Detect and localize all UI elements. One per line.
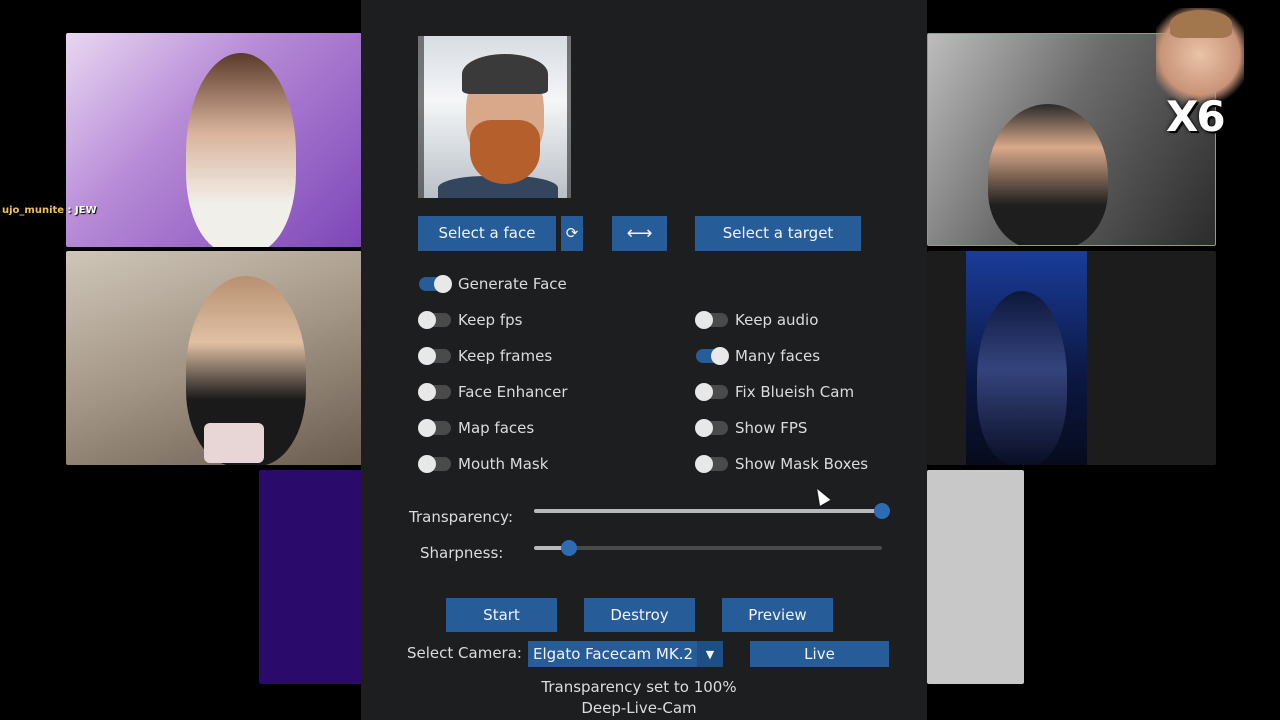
preview-button[interactable]: Preview (722, 598, 833, 632)
toggle-label: Face Enhancer (458, 383, 568, 401)
toggle-keep-fps[interactable]: Keep fps (418, 310, 523, 330)
video-tile-participant-1[interactable] (66, 33, 362, 247)
thumb-window-frame (418, 36, 571, 198)
switch-track[interactable] (419, 275, 452, 293)
source-face-thumbnail (418, 36, 571, 198)
chat-separator: : (64, 205, 76, 216)
video-tile-participant-3[interactable] (259, 470, 362, 684)
chat-text: JEW (75, 205, 97, 216)
switch-track[interactable] (418, 311, 451, 329)
toggle-map-faces[interactable]: Map faces (418, 418, 535, 438)
video-tile-participant-5[interactable] (927, 251, 1216, 465)
switch-knob (418, 455, 436, 473)
chevron-down-icon[interactable]: ▼ (697, 641, 723, 667)
toggle-label: Keep fps (458, 311, 523, 329)
toggle-show-mask-boxes[interactable]: Show Mask Boxes (695, 454, 869, 474)
toggle-generate-face[interactable]: Generate Face (419, 274, 567, 294)
transparency-label: Transparency: (409, 508, 514, 526)
switch-knob (418, 383, 436, 401)
switch-track[interactable] (696, 347, 729, 365)
select-camera-label: Select Camera: (407, 644, 522, 662)
toggle-label: Keep audio (735, 311, 819, 329)
chat-username: ujo_munite (2, 205, 65, 216)
status-message: Transparency set to 100% (541, 678, 737, 696)
start-button[interactable]: Start (446, 598, 557, 632)
phone-in-hand (204, 423, 264, 463)
toggle-label: Generate Face (458, 275, 567, 293)
select-face-button[interactable]: Select a face (418, 216, 556, 251)
toggle-show-fps[interactable]: Show FPS (695, 418, 808, 438)
slider-thumb[interactable] (874, 503, 890, 519)
switch-track[interactable] (418, 455, 451, 473)
switch-knob (434, 275, 452, 293)
switch-knob (695, 311, 713, 329)
switch-track[interactable] (695, 311, 728, 329)
toggle-label: Show FPS (735, 419, 808, 437)
toggle-label: Many faces (735, 347, 821, 365)
camera-dropdown[interactable]: Elgato Facecam MK.2 ▼ (528, 641, 723, 667)
toggle-label: Fix Blueish Cam (735, 383, 855, 401)
video-tile-participant-2[interactable] (66, 251, 362, 465)
destroy-button[interactable]: Destroy (584, 598, 695, 632)
switch-track[interactable] (418, 347, 451, 365)
toggle-label: Keep frames (458, 347, 553, 365)
toggle-keep-frames[interactable]: Keep frames (418, 346, 553, 366)
transparency-slider[interactable] (534, 503, 890, 519)
switch-knob (711, 347, 729, 365)
sharpness-slider[interactable] (534, 540, 882, 556)
toggle-label: Show Mask Boxes (735, 455, 869, 473)
sharpness-label: Sharpness: (420, 544, 504, 562)
switch-knob (418, 311, 436, 329)
switch-knob (418, 419, 436, 437)
chat-message: ujo_munite : JEW (2, 205, 97, 216)
switch-knob (695, 455, 713, 473)
toggle-label: Mouth Mask (458, 455, 549, 473)
overlay-hair (1170, 10, 1232, 38)
switch-track[interactable] (418, 419, 451, 437)
participant-video (988, 104, 1108, 245)
swap-arrows-icon[interactable]: ⟷ (612, 216, 667, 251)
toggle-face-enhancer[interactable]: Face Enhancer (418, 382, 568, 402)
toggle-keep-audio[interactable]: Keep audio (695, 310, 819, 330)
switch-track[interactable] (695, 419, 728, 437)
select-target-button[interactable]: Select a target (695, 216, 861, 251)
switch-track[interactable] (695, 383, 728, 401)
app-title: Deep-Live-Cam (581, 699, 697, 717)
toggle-label: Map faces (458, 419, 535, 437)
deep-live-cam-window: Select a face ⟳ ⟷ Select a target Genera… (361, 0, 927, 720)
switch-knob (695, 383, 713, 401)
refresh-icon[interactable]: ⟳ (561, 216, 583, 251)
participant-video (186, 53, 296, 247)
switch-knob (695, 419, 713, 437)
switch-knob (418, 347, 436, 365)
slider-thumb[interactable] (560, 540, 577, 556)
switch-track[interactable] (418, 383, 451, 401)
toggle-mouth-mask[interactable]: Mouth Mask (418, 454, 549, 474)
multiplier-overlay: X6 (1166, 92, 1226, 141)
video-tile-participant-6[interactable] (927, 470, 1024, 684)
slider-fill (534, 509, 882, 513)
camera-selected-value[interactable]: Elgato Facecam MK.2 (528, 645, 697, 663)
toggle-fix-blueish-cam[interactable]: Fix Blueish Cam (695, 382, 855, 402)
toggle-many-faces[interactable]: Many faces (696, 346, 820, 366)
participant-video (977, 291, 1067, 465)
live-button[interactable]: Live (750, 641, 889, 667)
switch-track[interactable] (695, 455, 728, 473)
